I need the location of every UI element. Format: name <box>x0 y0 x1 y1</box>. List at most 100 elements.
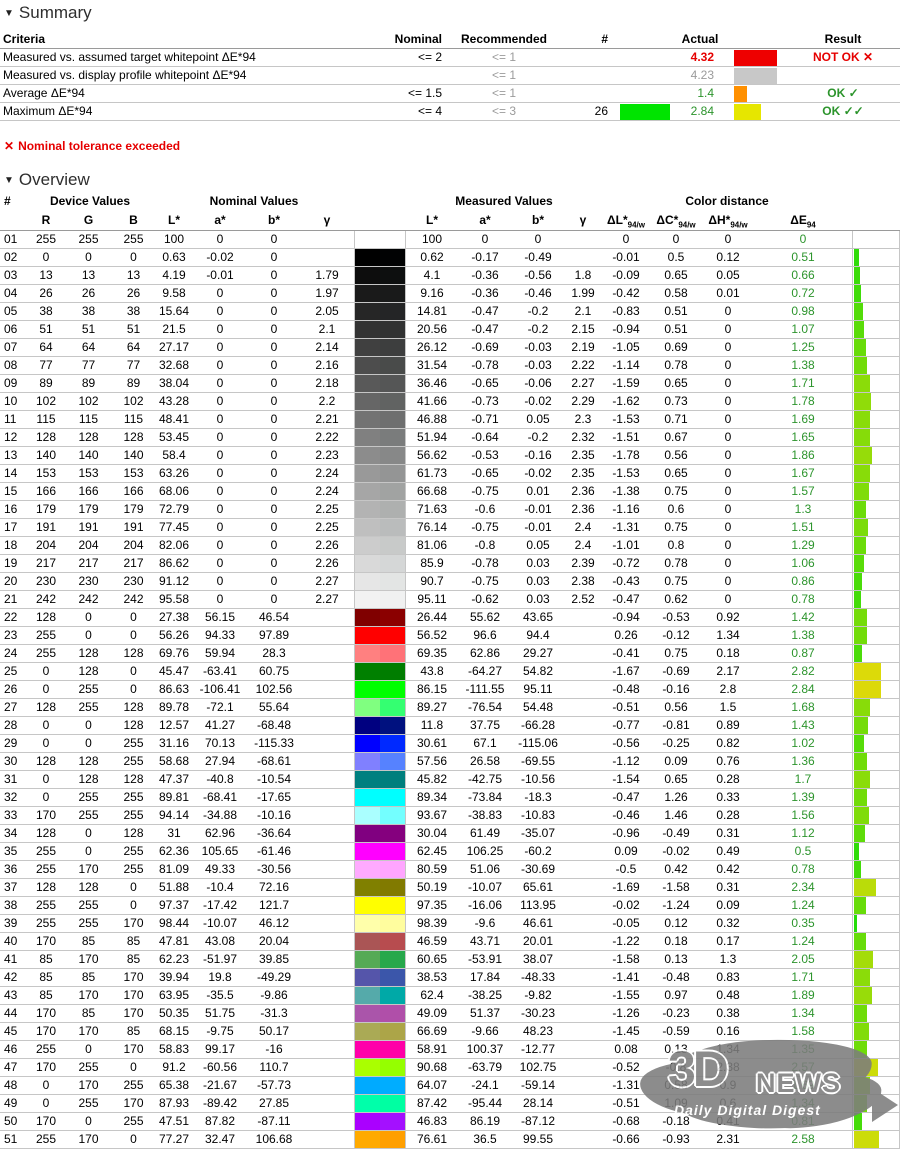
cell-delta-h: 0 <box>724 394 732 408</box>
delta-e-bar <box>854 717 868 734</box>
delta-e-bar <box>854 843 859 860</box>
cell-nominal-l: 81.09 <box>158 862 190 876</box>
cell-nominal-l: 63.26 <box>158 466 190 480</box>
cell-device-b: 0 <box>130 610 137 624</box>
swatch-nominal-half <box>355 393 380 410</box>
cell-index: 25 <box>4 664 18 678</box>
delta-e-bar-cell <box>852 681 900 698</box>
delta-e-bar <box>854 1095 867 1112</box>
cell-device-r: 255 <box>35 898 57 912</box>
cell-measured-b: -69.55 <box>520 754 556 768</box>
delta-e-bar-cell <box>852 879 900 896</box>
group-header-measured: Measured Values <box>455 194 553 208</box>
cell-measured-b: 65.61 <box>522 880 554 894</box>
cell-nominal-a: 0 <box>216 466 224 480</box>
cell-nominal-a: -51.97 <box>202 952 238 966</box>
cell-measured-a: -0.6 <box>474 502 496 516</box>
summary-cell-count: 26 <box>594 104 608 118</box>
swatch-measured-half <box>380 231 405 248</box>
cell-nominal-l: 89.81 <box>158 790 190 804</box>
table-row: 22 128 0 0 27.38 56.15 46.54 26.44 55.62 43.65 -0.… <box>0 609 900 627</box>
cell-measured-gamma <box>564 1023 602 1040</box>
subheader-meas-b: b* <box>532 213 544 227</box>
cell-device-r: 77 <box>39 358 53 372</box>
table-row: 15 166 166 166 68.06 0 0 2.24 66.68 -0.75 0.01 2.36… <box>0 483 900 501</box>
delta-e-bar-cell <box>852 609 900 626</box>
delta-e-bar-cell <box>852 1131 900 1148</box>
swatch-nominal-half <box>355 879 380 896</box>
cell-measured-gamma: 2.36 <box>571 484 595 498</box>
cell-delta-e: 0.35 <box>791 916 815 930</box>
severity-swatch <box>734 85 747 102</box>
cell-device-r: 0 <box>42 682 50 696</box>
delta-e-bar <box>854 411 870 428</box>
table-row: 51 255 170 0 77.27 32.47 106.68 76.61 36.5 99.55 -… <box>0 1131 900 1149</box>
swatch-measured-half <box>380 1059 405 1076</box>
summary-cell-result: OK ✓✓ <box>822 104 864 118</box>
cell-delta-e: 1.38 <box>791 628 815 642</box>
summary-section-title[interactable]: ▼ Summary <box>0 0 900 25</box>
cell-delta-c: 0.12 <box>664 916 688 930</box>
cell-nominal-a: -10.4 <box>206 880 234 894</box>
cell-index: 42 <box>4 970 18 984</box>
summary-cell-recommended: <= 3 <box>491 104 517 118</box>
color-swatch <box>354 1113 406 1130</box>
collapse-triangle-icon: ▼ <box>4 8 14 19</box>
swatch-measured-half <box>380 681 405 698</box>
cell-delta-e: 0 <box>799 232 807 246</box>
color-swatch <box>354 555 406 572</box>
cell-nominal-gamma <box>300 951 354 968</box>
cell-measured-l: 93.67 <box>416 808 448 822</box>
delta-e-bar-cell <box>852 483 900 500</box>
cell-device-b: 0 <box>130 1132 137 1146</box>
cell-delta-c: 0.97 <box>664 988 688 1002</box>
color-swatch <box>354 897 406 914</box>
cell-measured-a: -0.71 <box>471 412 499 426</box>
swatch-measured-half <box>380 861 405 878</box>
cell-measured-gamma: 2.32 <box>571 430 595 444</box>
overview-section-title[interactable]: ▼ Overview <box>0 167 900 192</box>
swatch-nominal-half <box>355 267 380 284</box>
cell-device-r: 38 <box>39 304 53 318</box>
cell-device-b: 13 <box>126 268 141 282</box>
cell-device-r: 255 <box>35 232 57 246</box>
cell-device-g: 204 <box>78 538 99 552</box>
cell-delta-h: 0.12 <box>716 250 740 264</box>
cell-delta-l: -0.52 <box>612 1060 640 1074</box>
cell-delta-c: 0.58 <box>664 1078 688 1092</box>
cell-device-r: 255 <box>35 628 57 642</box>
cell-measured-gamma: 2.27 <box>571 376 595 390</box>
cell-index: 27 <box>4 700 18 714</box>
delta-e-bar-cell <box>852 339 900 356</box>
delta-e-bar-cell <box>852 285 900 302</box>
cell-measured-b: -59.14 <box>520 1078 556 1092</box>
cell-device-g: 0 <box>85 844 92 858</box>
cell-device-g: 242 <box>78 592 99 606</box>
cell-delta-c: 0.51 <box>664 322 688 336</box>
delta-e-bar <box>854 951 873 968</box>
cell-device-b: 51 <box>126 322 141 336</box>
cell-delta-h: 0 <box>724 556 732 570</box>
swatch-nominal-half <box>355 249 380 266</box>
cell-delta-c: 0.71 <box>664 412 688 426</box>
cell-nominal-gamma: 2.24 <box>315 466 339 480</box>
cell-delta-l: -1.55 <box>612 988 640 1002</box>
cell-measured-a: 96.6 <box>473 628 497 642</box>
swatch-nominal-half <box>355 339 380 356</box>
cell-delta-h: 0.18 <box>716 646 740 660</box>
cell-measured-l: 46.88 <box>416 412 448 426</box>
cell-delta-l: -1.38 <box>612 484 640 498</box>
cell-measured-gamma: 1.99 <box>571 286 595 300</box>
cell-device-b: 0 <box>130 628 137 642</box>
cell-delta-h: 0 <box>724 502 732 516</box>
cell-delta-e: 1.38 <box>791 358 815 372</box>
cell-nominal-gamma <box>300 735 354 752</box>
cell-device-r: 230 <box>35 574 57 588</box>
swatch-nominal-half <box>355 231 380 248</box>
color-swatch <box>354 573 406 590</box>
cell-nominal-gamma <box>300 771 354 788</box>
table-row: 38 255 255 0 97.37 -17.42 121.7 97.35 -16.06 113.… <box>0 897 900 915</box>
color-swatch <box>354 789 406 806</box>
cell-device-r: 85 <box>39 952 53 966</box>
cell-nominal-l: 31 <box>167 826 181 840</box>
